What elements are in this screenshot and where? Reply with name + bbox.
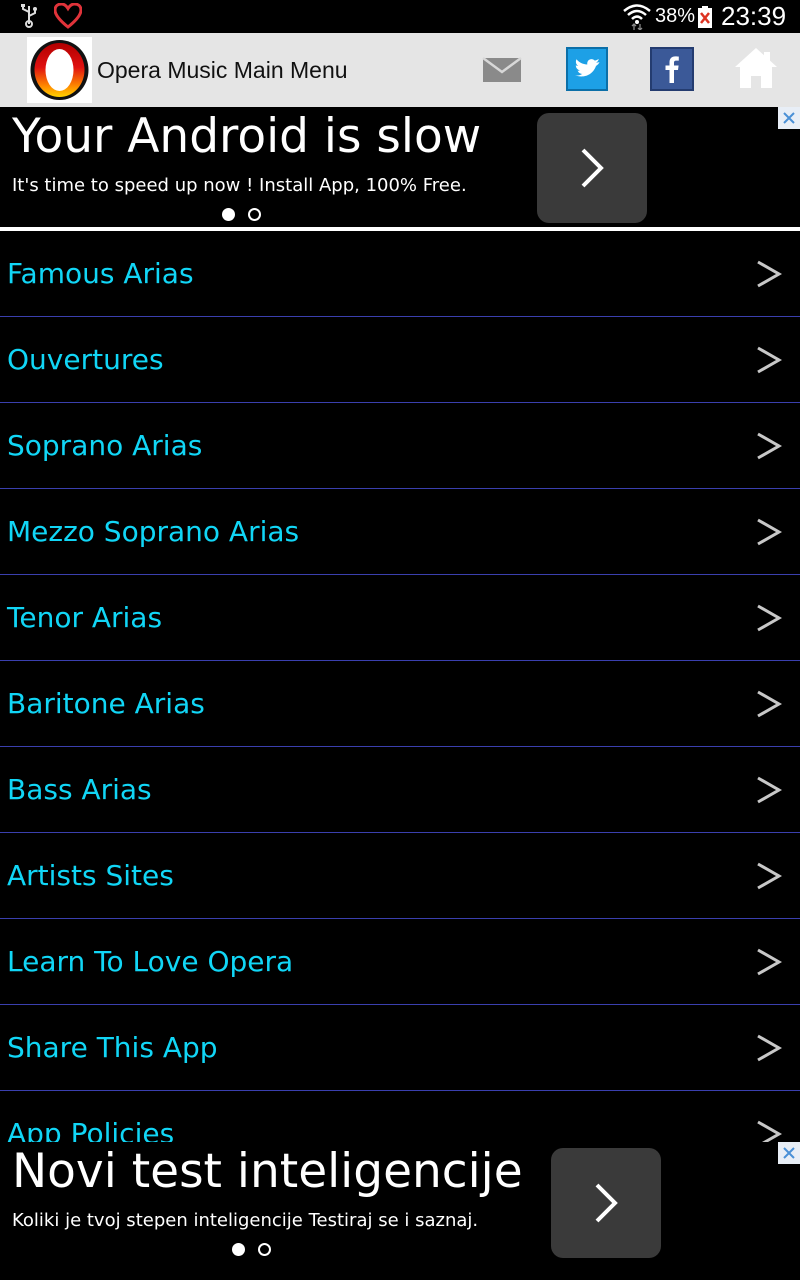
menu-item-famous-arias[interactable]: Famous Arias xyxy=(0,231,800,317)
page-title: Opera Music Main Menu xyxy=(97,57,348,83)
menu-item-bass-arias[interactable]: Bass Arias xyxy=(0,747,800,833)
chevron-right-icon xyxy=(595,1183,618,1223)
wifi-icon xyxy=(623,4,651,30)
twitter-icon[interactable] xyxy=(566,47,608,91)
ad-close-button[interactable] xyxy=(778,107,800,129)
ad-pager xyxy=(232,1243,271,1256)
pager-dot-active xyxy=(222,208,235,221)
chevron-right-icon xyxy=(757,1120,782,1142)
ad-subtext: It's time to speed up now ! Install App,… xyxy=(12,175,467,196)
chevron-right-icon xyxy=(757,432,782,460)
chevron-right-icon xyxy=(757,776,782,804)
close-icon xyxy=(783,1147,795,1159)
main-menu-list[interactable]: Famous Arias Ouvertures Soprano Arias Me… xyxy=(0,231,800,1142)
chevron-right-icon xyxy=(757,604,782,632)
app-logo xyxy=(27,37,92,103)
ad-close-button[interactable] xyxy=(778,1142,800,1164)
menu-item-label: Baritone Arias xyxy=(7,687,205,720)
clock: 23:39 xyxy=(721,1,787,31)
chevron-right-icon xyxy=(757,862,782,890)
pager-dot xyxy=(258,1243,271,1256)
facebook-icon[interactable] xyxy=(650,47,694,91)
mail-icon[interactable] xyxy=(482,55,522,85)
heart-icon xyxy=(54,3,82,29)
menu-item-mezzo-soprano-arias[interactable]: Mezzo Soprano Arias xyxy=(0,489,800,575)
chevron-right-icon xyxy=(757,518,782,546)
ad-banner-top[interactable]: Your Android is slow It's time to speed … xyxy=(0,107,800,227)
app-header: Opera Music Main Menu xyxy=(0,33,800,107)
menu-item-label: App Policies xyxy=(7,1117,175,1142)
menu-item-baritone-arias[interactable]: Baritone Arias xyxy=(0,661,800,747)
ad-pager xyxy=(222,208,261,221)
menu-item-label: Soprano Arias xyxy=(7,429,203,462)
menu-item-soprano-arias[interactable]: Soprano Arias xyxy=(0,403,800,489)
chevron-right-icon xyxy=(757,948,782,976)
menu-item-label: Mezzo Soprano Arias xyxy=(7,515,300,548)
menu-item-tenor-arias[interactable]: Tenor Arias xyxy=(0,575,800,661)
battery-icon xyxy=(698,6,712,28)
ad-headline: Your Android is slow xyxy=(12,109,482,164)
usb-icon xyxy=(21,4,37,28)
chevron-right-icon xyxy=(757,690,782,718)
menu-item-label: Artists Sites xyxy=(7,859,174,892)
chevron-right-icon xyxy=(581,148,604,188)
pager-dot xyxy=(248,208,261,221)
pager-dot-active xyxy=(232,1243,245,1256)
menu-item-artists-sites[interactable]: Artists Sites xyxy=(0,833,800,919)
chevron-right-icon xyxy=(757,260,782,288)
ad-open-button[interactable] xyxy=(551,1148,661,1258)
menu-item-share-this-app[interactable]: Share This App xyxy=(0,1005,800,1091)
home-icon[interactable] xyxy=(733,45,779,91)
menu-item-app-policies[interactable]: App Policies xyxy=(0,1091,800,1142)
menu-item-label: Ouvertures xyxy=(7,343,164,376)
menu-item-label: Bass Arias xyxy=(7,773,152,806)
ad-banner-bottom[interactable]: Novi test inteligencije Koliki je tvoj s… xyxy=(0,1142,800,1280)
menu-item-learn-to-love-opera[interactable]: Learn To Love Opera xyxy=(0,919,800,1005)
close-icon xyxy=(783,112,795,124)
battery-percent: 38% xyxy=(655,5,696,27)
ad-open-button[interactable] xyxy=(537,113,647,223)
chevron-right-icon xyxy=(757,1034,782,1062)
menu-item-label: Famous Arias xyxy=(7,257,194,290)
ad-headline: Novi test inteligencije xyxy=(12,1144,523,1199)
status-bar: 38% 23:39 xyxy=(0,0,800,33)
menu-item-label: Learn To Love Opera xyxy=(7,945,294,978)
menu-item-label: Share This App xyxy=(7,1031,218,1064)
menu-item-ouvertures[interactable]: Ouvertures xyxy=(0,317,800,403)
chevron-right-icon xyxy=(757,346,782,374)
menu-item-label: Tenor Arias xyxy=(7,601,163,634)
ad-subtext: Koliki je tvoj stepen inteligencije Test… xyxy=(12,1210,479,1231)
